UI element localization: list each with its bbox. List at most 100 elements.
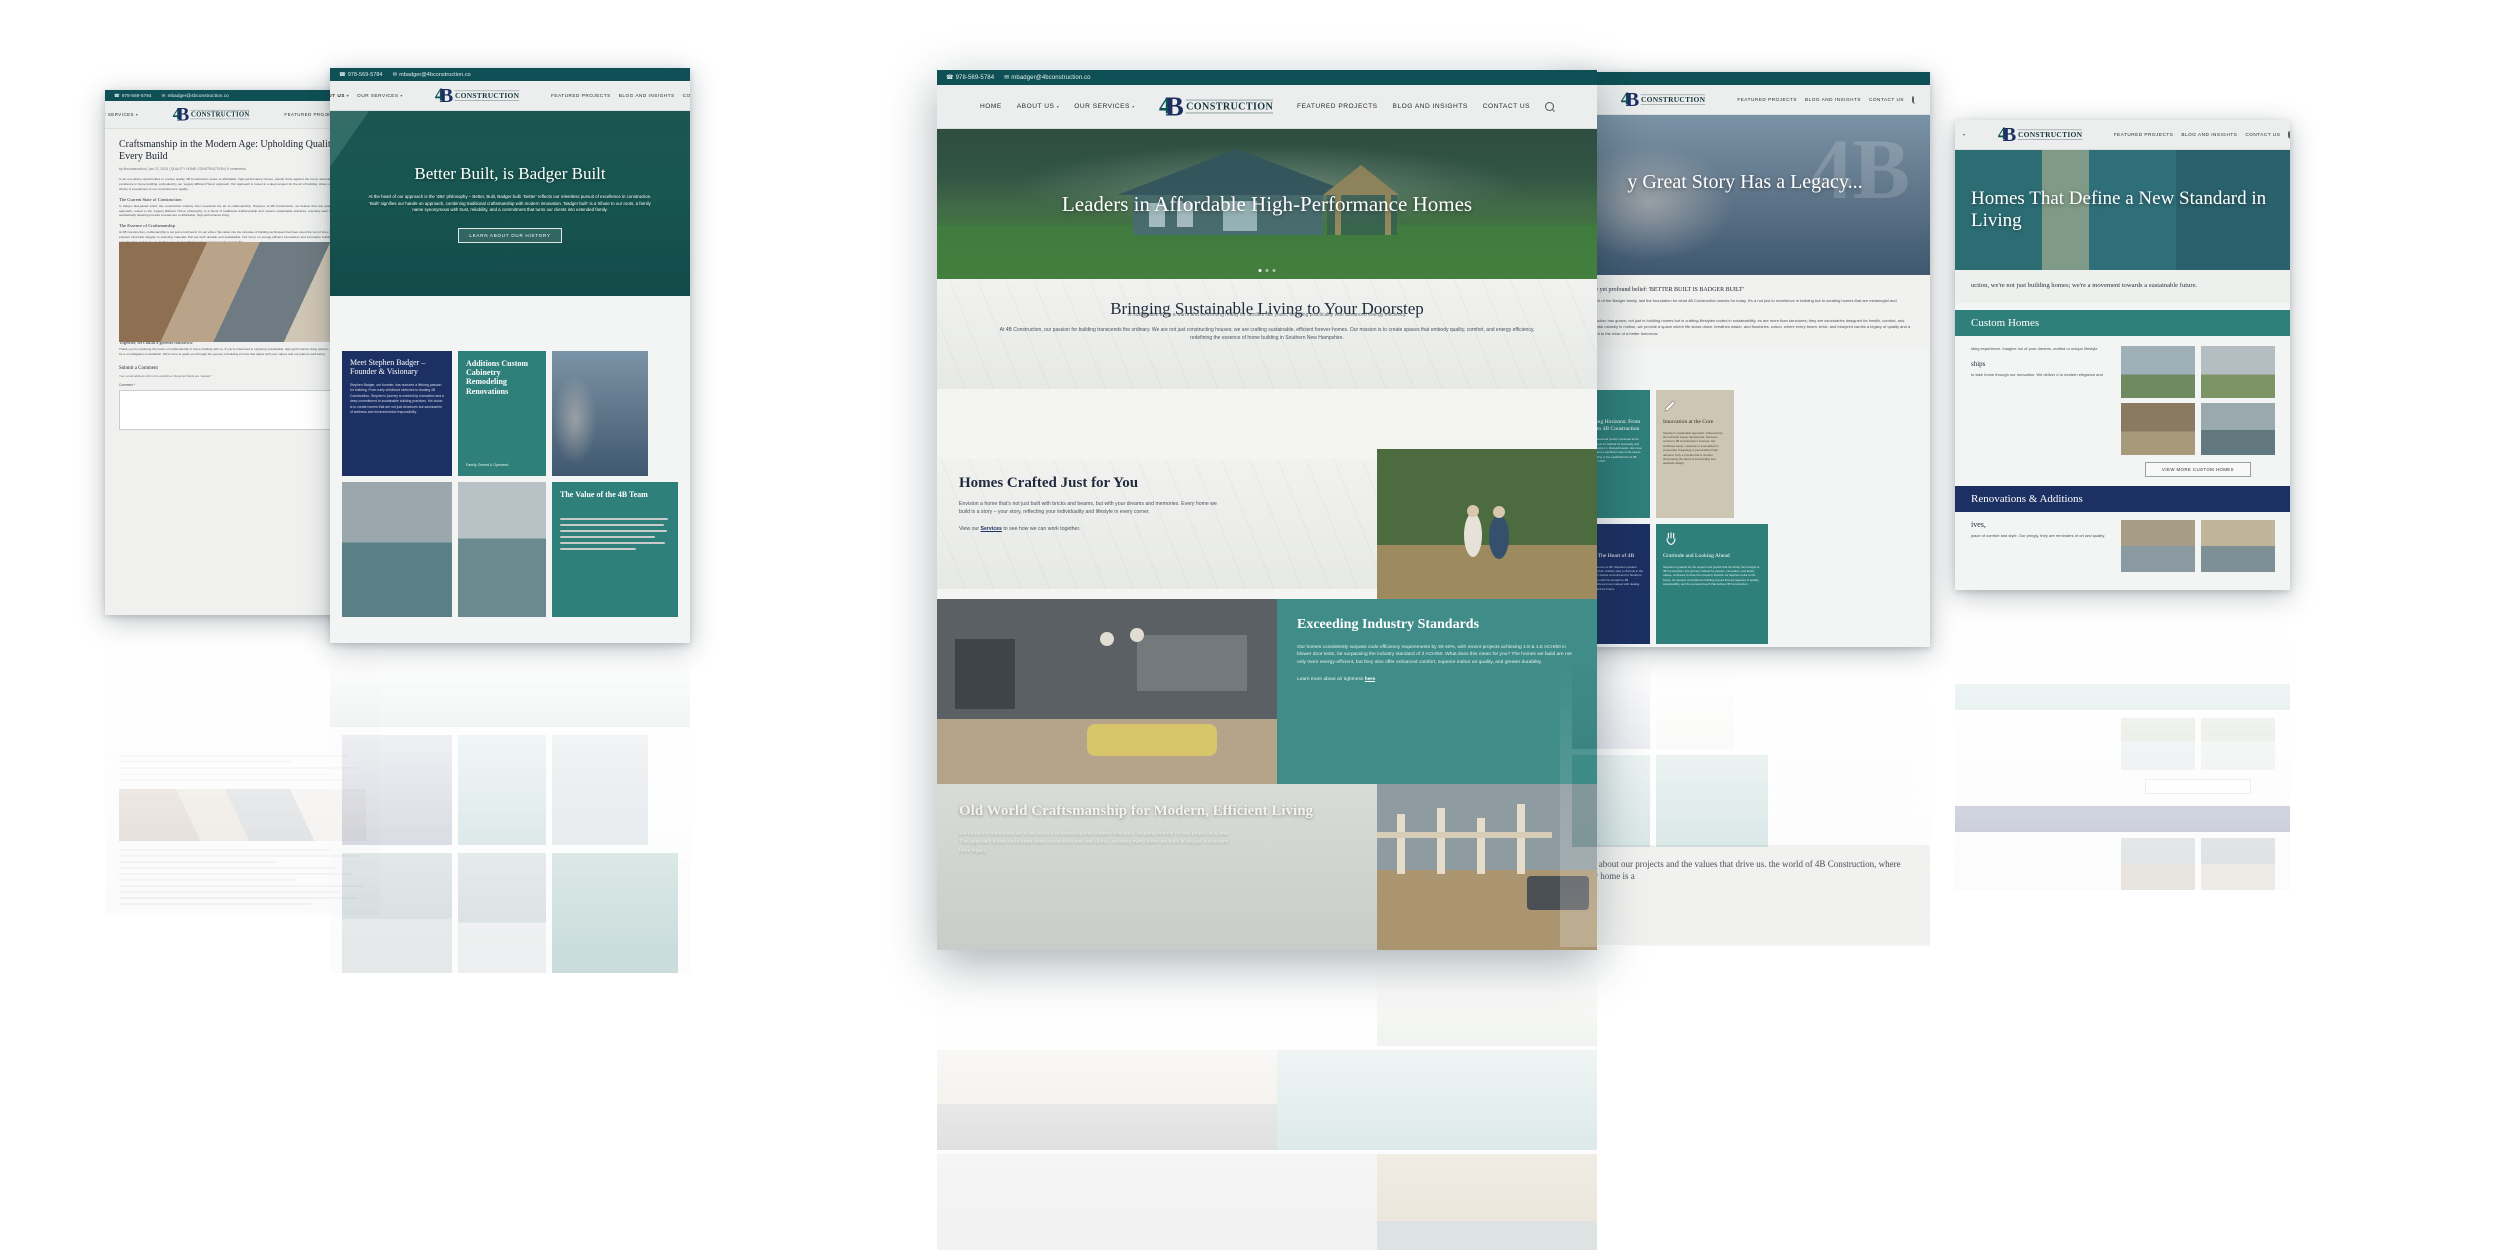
crafted-title: Homes Crafted Just for You (959, 475, 1139, 491)
envelope-icon: ✉ (1004, 75, 1010, 81)
crafted-cta-pre: View our (959, 525, 981, 532)
logo-word: CONSTRUCTION (190, 109, 250, 120)
nav-home[interactable]: HOME (980, 103, 1002, 110)
sustainable-band: Bringing Sustainable Living to Your Door… (937, 279, 1597, 389)
founder-photo (552, 351, 648, 476)
comment-note: Your email address will not be published… (119, 374, 213, 378)
services-intro-text: uction, we're not just building homes; w… (1971, 282, 2198, 289)
chevron-down-icon: ▾ (135, 112, 139, 117)
article-section-1: The Current State of Construction In tod… (119, 197, 366, 218)
nav-our-services[interactable]: OUR SERVICES ▾ (105, 112, 138, 117)
main-nav[interactable]: HOME ABOUT US ▾ OUR SERVICES ▾ 4 B CONST… (937, 85, 1597, 129)
nav-featured-projects[interactable]: FEATURED PROJECTS (2114, 132, 2174, 137)
logo-word: CONSTRUCTION (454, 90, 520, 101)
email-item[interactable]: ✉ mbadger@4bconstruction.co (1004, 74, 1090, 82)
search-icon[interactable] (1912, 96, 1914, 103)
chevron-down-icon: ▾ (346, 93, 350, 98)
air-tightness-link[interactable]: here (1365, 677, 1375, 682)
card-legacy[interactable]: OUR SERVICES ▾ 4 B CONSTRUCTION FEATURED… (1560, 72, 1930, 647)
oldworld-body: We blend the meticulous art of old world… (959, 831, 1230, 854)
chevron-down-icon[interactable]: ▾ (1963, 132, 1966, 137)
nav-contact-us[interactable]: CONTACT US (683, 93, 690, 98)
custom-homes-header: Custom Homes (1955, 310, 2290, 336)
email-item[interactable]: ✉ mbadger@4bconstruction.co (393, 72, 471, 78)
section-heading: The Current State of Construction (119, 196, 182, 202)
brand-logo[interactable]: 4 B CONSTRUCTION (170, 105, 252, 124)
founder-title: Meet Stephen Badger – Founder & Visionar… (350, 359, 426, 376)
nav-blog-insights[interactable]: BLOG AND INSIGHTS (2181, 132, 2237, 137)
nav-contact-us[interactable]: CONTACT US (2245, 132, 2280, 137)
phone-item[interactable]: ☎ 978-569-5784 (114, 93, 152, 99)
nav-blog-insights[interactable]: BLOG AND INSIGHTS (1805, 97, 1861, 102)
legacy-col-body: 4B Construction has grown, not just in b… (1578, 317, 1911, 336)
learn-about-history-button[interactable]: LEARN ABOUT OUR HISTORY (458, 227, 562, 243)
crafted-cta: View our Services to see how we can work… (959, 526, 1355, 532)
search-icon[interactable] (2288, 131, 2290, 138)
nav-featured-projects[interactable]: FEATURED PROJECTS (1297, 103, 1378, 110)
brand-logo[interactable]: 4 B CONSTRUCTION (432, 85, 522, 106)
standards-cta: Learn more about air tightness here. (1297, 677, 1577, 682)
services-intro: uction, we're not just building homes; w… (1955, 270, 2290, 303)
renovation-photo-1 (2121, 520, 2195, 572)
nav-featured-projects[interactable]: FEATURED PROJECTS (1737, 97, 1797, 102)
main-nav[interactable]: OUR SERVICES ▾ 4 B CONSTRUCTION FEATURED… (1560, 85, 1930, 115)
services-link[interactable]: Services (981, 526, 1002, 532)
card-services[interactable]: ▾ 4 B CONSTRUCTION FEATURED PROJECTS BLO… (1955, 120, 2290, 590)
crafted-cta-post: to see how we can work together. (1001, 525, 1081, 532)
brand-logo[interactable]: 4 B CONSTRUCTION (1155, 92, 1277, 120)
main-nav[interactable]: ▾ 4 B CONSTRUCTION FEATURED PROJECTS BLO… (1955, 120, 2290, 150)
renovation-photo-2 (2201, 520, 2275, 572)
phone-item[interactable]: ☎ 978-569-5784 (946, 74, 994, 82)
custom-home-photo-1 (2121, 346, 2195, 398)
standards-cta-pre: Learn more about air tightness (1297, 677, 1365, 683)
nav-featured-projects[interactable]: FEATURED PROJECTS (551, 93, 611, 98)
comment-input[interactable] (119, 390, 366, 430)
slider-dot-1 (1258, 269, 1262, 272)
hands-icon (1663, 531, 1679, 547)
kitchen-illustration (937, 599, 1277, 784)
custom-homes-copy: lding experience. Imagine ion of your dr… (1971, 346, 2111, 378)
contact-bar (1560, 72, 1930, 85)
card-homepage[interactable]: ☎ 978-569-5784 ✉ mbadger@4bconstruction.co… (937, 70, 1597, 950)
nav-contact-us[interactable]: CONTACT US (1483, 103, 1530, 110)
sustainable-overlay-text: or sustainable living a warm and welcomi… (1127, 312, 1407, 318)
founder-panel: Meet Stephen Badger – Founder & Visionar… (342, 351, 452, 476)
logo-word: CONSTRUCTION (1640, 94, 1706, 105)
cabinetry-panel: Additions Custom Cabinetry Remodeling Re… (458, 351, 546, 476)
nav-our-services[interactable]: OUR SERVICES ▾ (357, 93, 403, 98)
nav-our-services[interactable]: OUR SERVICES ▾ (1074, 103, 1135, 110)
hero-slider-dots[interactable] (1258, 269, 1276, 272)
phone-icon: ☎ (946, 75, 954, 81)
nav-about-us[interactable]: ABOUT US ▾ (330, 93, 349, 98)
nav-blog-insights[interactable]: BLOG AND INSIGHTS (1393, 103, 1468, 110)
about-hero-body: At the heart of our approach is the '4Bs… (368, 194, 652, 213)
team-value-panel: The Value of the 4B Team (552, 482, 678, 617)
main-nav[interactable]: HOME ABOUT US ▾ OUR SERVICES ▾ 4 B CONST… (330, 81, 690, 111)
email-item[interactable]: ✉ mbadger@4bconstruction.co (162, 93, 229, 99)
renovations-title: Renovations & Additions (1971, 493, 2083, 505)
search-icon[interactable] (1545, 102, 1554, 111)
renovations-copy: ives, place of comfort and style. Our pr… (1971, 520, 2111, 539)
contact-bar: ☎ 978-569-5784 ✉ mbadger@4bconstruction.co (330, 68, 690, 81)
nav-contact-us[interactable]: CONTACT US (1869, 97, 1904, 102)
nav-blog-insights[interactable]: BLOG AND INSIGHTS (619, 93, 675, 98)
card-about-us[interactable]: ☎ 978-569-5784 ✉ mbadger@4bconstruction.co… (330, 68, 690, 643)
reflection-legacy (1560, 647, 1930, 947)
cabinetry-title: Additions Custom Cabinetry Remodeling Re… (466, 359, 529, 396)
reflection-homepage (937, 950, 1597, 1250)
nav-about-us[interactable]: ABOUT US ▾ (1017, 103, 1059, 110)
oldworld-title: Old World Craftsmanship for Modern, Effi… (959, 803, 1314, 819)
founder-body: Stephen Badger, our founder, has nurture… (350, 382, 444, 415)
legacy-tile-4-body: Stephen is grateful for the support and … (1663, 564, 1760, 587)
standards-block: Exceeding Industry Standards Our homes c… (1277, 599, 1597, 784)
phone-item[interactable]: ☎ 978-569-5784 (339, 72, 383, 78)
services-hero-title: Homes That Define a New Standard in Livi… (1971, 187, 2267, 231)
legacy-hero-title: y Great Story Has a Legacy... (1627, 171, 1863, 193)
brand-logo[interactable]: 4 B CONSTRUCTION (1618, 89, 1708, 110)
section-heading: The Essence of Craftsmanship (119, 223, 176, 229)
view-more-custom-homes-button[interactable]: VIEW MORE CUSTOM HOMES (2145, 462, 2251, 477)
legacy-tile-4: Gratitude and Looking Ahead Stephen is g… (1656, 524, 1768, 644)
brand-logo[interactable]: 4 B CONSTRUCTION (1995, 124, 2085, 145)
envelope-icon: ✉ (392, 71, 398, 78)
email-address: mbadger@4bconstruction.co (399, 71, 471, 78)
